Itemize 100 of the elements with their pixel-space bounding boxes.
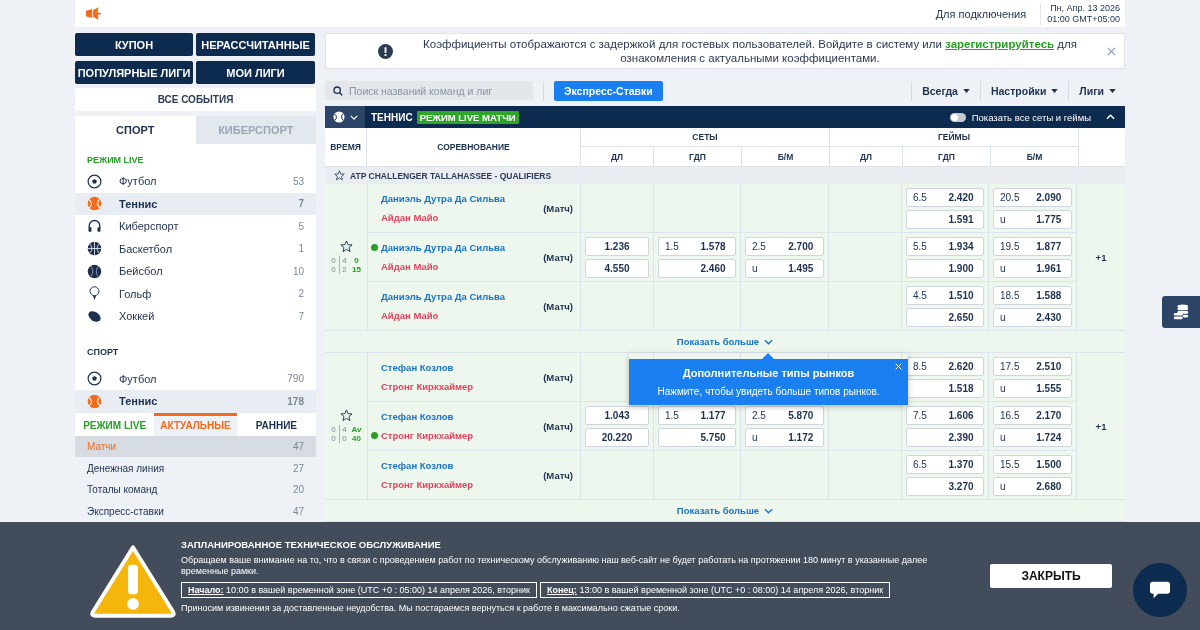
odds-button[interactable]: u 1.495 <box>745 258 824 278</box>
league-header[interactable]: ATP CHALLENGER TALLAHASSEE - QUALIFIERS <box>325 167 1125 184</box>
odds-button[interactable]: u 2.680 <box>993 476 1072 496</box>
sport-item[interactable]: Гольф 2 <box>75 282 316 305</box>
show-more-button[interactable]: Показать больше <box>676 505 774 516</box>
market-item[interactable]: Тоталы команд 20 <box>75 479 316 501</box>
coins-icon <box>1172 303 1190 321</box>
odds-button[interactable]: 1.043 <box>585 405 649 425</box>
nav-button[interactable]: ПОПУЛЯРНЫЕ ЛИГИ <box>75 61 193 84</box>
odds-button[interactable]: 5.750 <box>658 427 736 447</box>
logo-icon[interactable] <box>85 7 103 20</box>
odds-button[interactable]: u 1.775 <box>993 209 1072 229</box>
odds-button[interactable]: 1.900 <box>906 258 984 278</box>
odds-button[interactable]: 20.5 2.090 <box>993 187 1072 207</box>
odds-button[interactable]: 6.5 1.370 <box>906 454 984 474</box>
close-button[interactable]: ЗАКРЫТЬ <box>990 564 1112 588</box>
odds-button[interactable]: 2.650 <box>906 307 984 327</box>
sport-item[interactable]: Киберспорт 5 <box>75 215 316 238</box>
odds-button[interactable]: 1.591 <box>906 209 984 229</box>
odds-button[interactable]: 2.5 5.870 <box>745 405 824 425</box>
team-name[interactable]: Даниэль Дутра Да Сильва <box>381 291 544 302</box>
odds-button[interactable]: 19.5 1.877 <box>993 236 1072 256</box>
chevron-up-icon[interactable] <box>1106 114 1115 120</box>
nav-button[interactable]: НЕРАССЧИТАННЫЕ <box>196 33 315 56</box>
team-name[interactable]: Стефан Козлов <box>381 411 544 422</box>
nav-button[interactable]: КУПОН <box>75 33 193 56</box>
odds-button[interactable]: u 1.172 <box>745 427 824 447</box>
sidebar-tab[interactable]: СПОРТ <box>75 116 196 144</box>
event-count: 1 <box>298 243 304 255</box>
maintenance-title: ЗАПЛАНИРОВАННОЕ ТЕХНИЧЕСКОЕ ОБСЛУЖИВАНИЕ <box>181 538 442 550</box>
sport-item[interactable]: Баскетбол 1 <box>75 237 316 260</box>
odds-button[interactable]: 5.5 1.934 <box>906 236 984 256</box>
search-field[interactable]: Поиск названий команд и лиг <box>325 81 533 100</box>
odds-button[interactable]: 20.220 <box>585 427 649 447</box>
odds-button[interactable]: 16.5 2.170 <box>993 405 1072 425</box>
team-name[interactable]: Айдан Майо <box>381 261 544 272</box>
market-item[interactable]: Экспресс-ставки 47 <box>75 500 316 523</box>
all-events-button[interactable]: ВСЕ СОБЫТИЯ <box>75 88 316 111</box>
odds-button[interactable]: 7.5 1.606 <box>906 405 984 425</box>
odds-button[interactable]: 4.550 <box>585 258 649 278</box>
odds-button[interactable]: 1.236 <box>585 236 649 256</box>
nav-button[interactable]: МОИ ЛИГИ <box>196 61 315 84</box>
sport-item[interactable]: Хоккей 7 <box>75 305 316 328</box>
sport-item[interactable]: Теннис 7 <box>75 192 316 215</box>
team-name[interactable]: Стефан Козлов <box>381 362 544 373</box>
odds-button[interactable]: 1.5 1.578 <box>658 236 736 256</box>
star-icon[interactable] <box>339 409 353 422</box>
coins-tab[interactable] <box>1162 296 1200 328</box>
odds-button[interactable]: 6.5 2.420 <box>906 187 984 207</box>
sport-item[interactable]: Бейсбол 10 <box>75 260 316 283</box>
market-item[interactable]: Денежная линия 27 <box>75 457 316 480</box>
odds-button[interactable]: 4.5 1.510 <box>906 285 984 305</box>
odds-button[interactable]: 1.5 1.177 <box>658 405 736 425</box>
column-header: ДЛ <box>581 147 654 166</box>
express-bets-button[interactable]: Экспресс-Ставки <box>554 80 663 101</box>
sport-item[interactable]: Теннис 178 <box>75 390 316 413</box>
odds-button[interactable]: u 1.961 <box>993 258 1072 278</box>
column-header: СОРЕВНОВАНИЕ <box>367 128 581 166</box>
event-count: 47 <box>292 506 304 518</box>
odds-button[interactable]: 15.5 1.500 <box>993 454 1072 474</box>
dropdown-button[interactable]: Настройки <box>990 84 1059 97</box>
odds-button[interactable]: 18.5 1.588 <box>993 285 1072 305</box>
sport-item[interactable]: Футбол 53 <box>75 170 316 193</box>
star-icon[interactable] <box>334 170 345 181</box>
odds-button[interactable]: u 1.555 <box>993 378 1072 398</box>
ball-icon <box>87 263 102 279</box>
team-name[interactable]: Айдан Майо <box>381 212 544 223</box>
team-name[interactable]: Стронг Киркхаймер <box>381 479 544 490</box>
hint-text: Нажмите, чтобы увидеть больше типов рынков. <box>657 386 880 397</box>
dropdown-button[interactable]: Всегда <box>922 84 970 97</box>
more-markets-link[interactable]: +1 <box>1095 251 1107 263</box>
odds-button[interactable]: u 1.724 <box>993 427 1072 447</box>
close-icon[interactable] <box>1107 46 1116 56</box>
team-name[interactable]: Стронг Киркхаймер <box>381 381 544 392</box>
market-name: Тоталы команд <box>87 484 158 496</box>
odds-button[interactable]: u 2.430 <box>993 307 1072 327</box>
odds-button[interactable]: 2.390 <box>906 427 984 447</box>
league-title: ATP CHALLENGER TALLAHASSEE - QUALIFIERS <box>350 170 552 181</box>
event-count: 7 <box>298 310 304 322</box>
odds-button[interactable]: 2.460 <box>658 258 736 278</box>
info-icon <box>378 43 393 59</box>
sport-item[interactable]: Футбол 790 <box>75 367 316 390</box>
puck-icon <box>87 308 102 324</box>
team-name[interactable]: Даниэль Дутра Да Сильва <box>381 193 544 204</box>
odds-button[interactable]: 17.5 2.510 <box>993 356 1072 376</box>
team-name[interactable]: Даниэль Дутра Да Сильва <box>371 242 544 253</box>
market-label: (Матч) <box>543 202 573 214</box>
more-markets-link[interactable]: +1 <box>1095 420 1107 432</box>
team-name[interactable]: Стронг Киркхаймер <box>371 430 544 441</box>
team-name[interactable]: Стефан Козлов <box>381 460 544 471</box>
odds-button[interactable]: 3.270 <box>906 476 984 496</box>
team-name[interactable]: Айдан Майо <box>381 310 544 321</box>
odds-button[interactable]: 1.518 <box>906 378 984 398</box>
odds-button[interactable]: 2.5 2.700 <box>745 236 824 256</box>
star-icon[interactable] <box>339 240 353 253</box>
dropdown-button[interactable]: Лиги <box>1079 84 1116 97</box>
show-more-button[interactable]: Показать больше <box>676 336 774 347</box>
sport-selector[interactable] <box>325 106 365 128</box>
toggle-switch[interactable] <box>949 112 966 122</box>
odds-button[interactable]: 8.5 2.620 <box>906 356 984 376</box>
